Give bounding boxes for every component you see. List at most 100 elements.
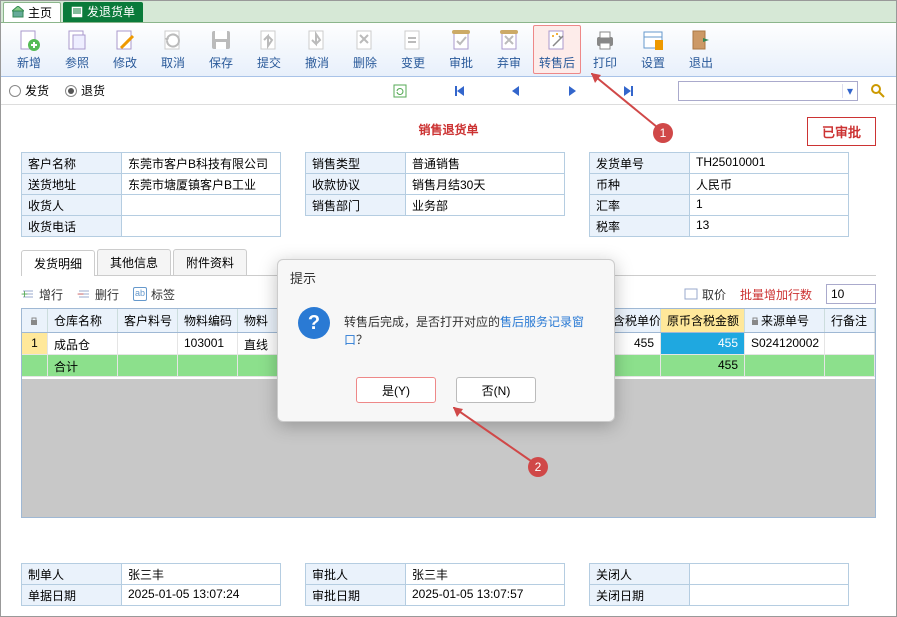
search-input[interactable] [679,84,842,98]
toolbar-approve[interactable]: 审批 [437,25,485,74]
cell-matcode[interactable]: 103001 [178,333,238,354]
toolbar-print[interactable]: 打印 [581,25,629,74]
field-label: 销售部门 [305,194,405,216]
document-title: 销售退货单 已审批 [1,117,896,140]
col-remark[interactable]: 行备注 [825,309,875,332]
delete-icon [353,28,377,52]
approved-stamp: 已审批 [807,117,876,146]
toolbar-aftersale[interactable]: 转售后 [533,25,581,74]
dialog-no-button[interactable]: 否(N) [456,377,536,403]
rate-field[interactable]: 1 [689,194,849,216]
toolbar-cancel[interactable]: 取消 [149,25,197,74]
toolbar-revoke[interactable]: 撤消 [293,25,341,74]
receiver-field[interactable] [121,194,281,216]
toolbar-delete[interactable]: 删除 [341,25,389,74]
save-icon [209,28,233,52]
field-label: 币种 [589,173,689,195]
toolbar-abandon[interactable]: 弃审 [485,25,533,74]
total-amount: 455 [661,355,745,376]
tab-detail-lines[interactable]: 发货明细 [21,250,95,276]
tab-attachments[interactable]: 附件资料 [173,249,247,275]
col-custmat[interactable]: 客户料号 [118,309,178,332]
nav-next[interactable] [562,81,582,101]
radio-icon [9,85,21,97]
cell-remark[interactable] [825,333,875,354]
tab-current[interactable]: 发退货单 [63,2,143,22]
field-label: 审批人 [305,563,405,585]
close-date-field [689,584,849,606]
tab-other-info[interactable]: 其他信息 [97,249,171,275]
header-form: 客户名称东莞市客户B科技有限公司 送货地址东莞市塘厦镇客户B工业 收货人 收货电… [1,152,896,237]
col-warehouse[interactable]: 仓库名称 [48,309,118,332]
col-srcdoc[interactable]: 来源单号 [745,309,825,332]
new-icon [17,28,41,52]
search-button[interactable] [868,81,888,101]
nav-prev[interactable] [506,81,526,101]
col-matcode[interactable]: 物料编码 [178,309,238,332]
nav-first[interactable] [450,81,470,101]
toolbar-exit[interactable]: 退出 [677,25,725,74]
home-icon [12,6,24,18]
tag-icon: ab [133,287,147,301]
ship-return-radio: 发货 退货 [9,82,105,99]
revoke-icon [305,28,329,52]
payment-term-field[interactable]: 销售月结30天 [405,173,565,195]
form-block-customer: 客户名称东莞市客户B科技有限公司 送货地址东莞市塘厦镇客户B工业 收货人 收货电… [21,152,281,237]
toolbar-settings[interactable]: 设置 [629,25,677,74]
sale-type-field[interactable]: 普通销售 [405,152,565,174]
document-icon [71,6,83,18]
customer-name-field[interactable]: 东莞市客户B科技有限公司 [121,152,281,174]
total-label: 合计 [48,355,118,376]
tax-rate-field[interactable]: 13 [689,215,849,237]
cell-warehouse[interactable]: 成品仓 [48,333,118,354]
col-unitprice[interactable]: 含税单价 [607,309,661,332]
window-tabs: 主页 发退货单 [1,1,896,23]
cell-custmat[interactable] [118,333,178,354]
cell-unitprice[interactable]: 455 [607,333,661,354]
receiver-phone-field[interactable] [121,215,281,237]
toolbar-edit[interactable]: 修改 [101,25,149,74]
toolbar-ref[interactable]: 参照 [53,25,101,74]
currency-field[interactable]: 人民币 [689,173,849,195]
col-amount[interactable]: 原币含税金额 [661,309,745,332]
field-label: 单据日期 [21,584,121,606]
toolbar-change[interactable]: 变更 [389,25,437,74]
search-box[interactable]: ▾ [678,81,858,101]
search-dropdown-icon[interactable]: ▾ [842,84,857,98]
nav-last[interactable] [618,81,638,101]
nav-row: 发货 退货 ▾ [1,77,896,105]
ship-address-field[interactable]: 东莞市塘厦镇客户B工业 [121,173,281,195]
field-label: 收款协议 [305,173,405,195]
refresh-button[interactable] [390,81,410,101]
settings-icon [641,28,665,52]
tab-home[interactable]: 主页 [3,2,61,22]
cell-amount[interactable]: 455 [661,333,745,354]
doc-number-field[interactable]: TH25010001 [689,152,849,174]
change-icon [401,28,425,52]
radio-ship[interactable]: 发货 [9,82,49,99]
tab-current-label: 发退货单 [87,3,135,20]
print-icon [593,28,617,52]
col-rownum[interactable] [22,309,48,332]
form-block-sale: 销售类型普通销售 收款协议销售月结30天 销售部门业务部 [305,152,565,237]
add-row-button[interactable]: +增行 [21,286,63,303]
toolbar-new[interactable]: 新增 [5,25,53,74]
create-date-field: 2025-01-05 13:07:24 [121,584,281,606]
batch-add-input[interactable] [826,284,876,304]
cancel-icon [161,28,185,52]
sale-dept-field[interactable]: 业务部 [405,194,565,216]
del-row-button[interactable]: −删行 [77,286,119,303]
tag-button[interactable]: ab标签 [133,286,175,303]
dialog-yes-button[interactable]: 是(Y) [356,377,436,403]
confirm-dialog: 提示 ? 转售后完成，是否打开对应的售后服务记录窗口？ 是(Y) 否(N) [277,259,615,422]
toolbar-submit[interactable]: 提交 [245,25,293,74]
abandon-icon [497,28,521,52]
aftersale-icon [545,28,569,52]
field-label: 制单人 [21,563,121,585]
field-label: 税率 [589,215,689,237]
get-price-button[interactable]: 取价 [684,286,726,303]
cell-srcdoc[interactable]: S024120002 [745,333,825,354]
radio-return[interactable]: 退货 [65,82,105,99]
exit-icon [689,28,713,52]
toolbar-save[interactable]: 保存 [197,25,245,74]
